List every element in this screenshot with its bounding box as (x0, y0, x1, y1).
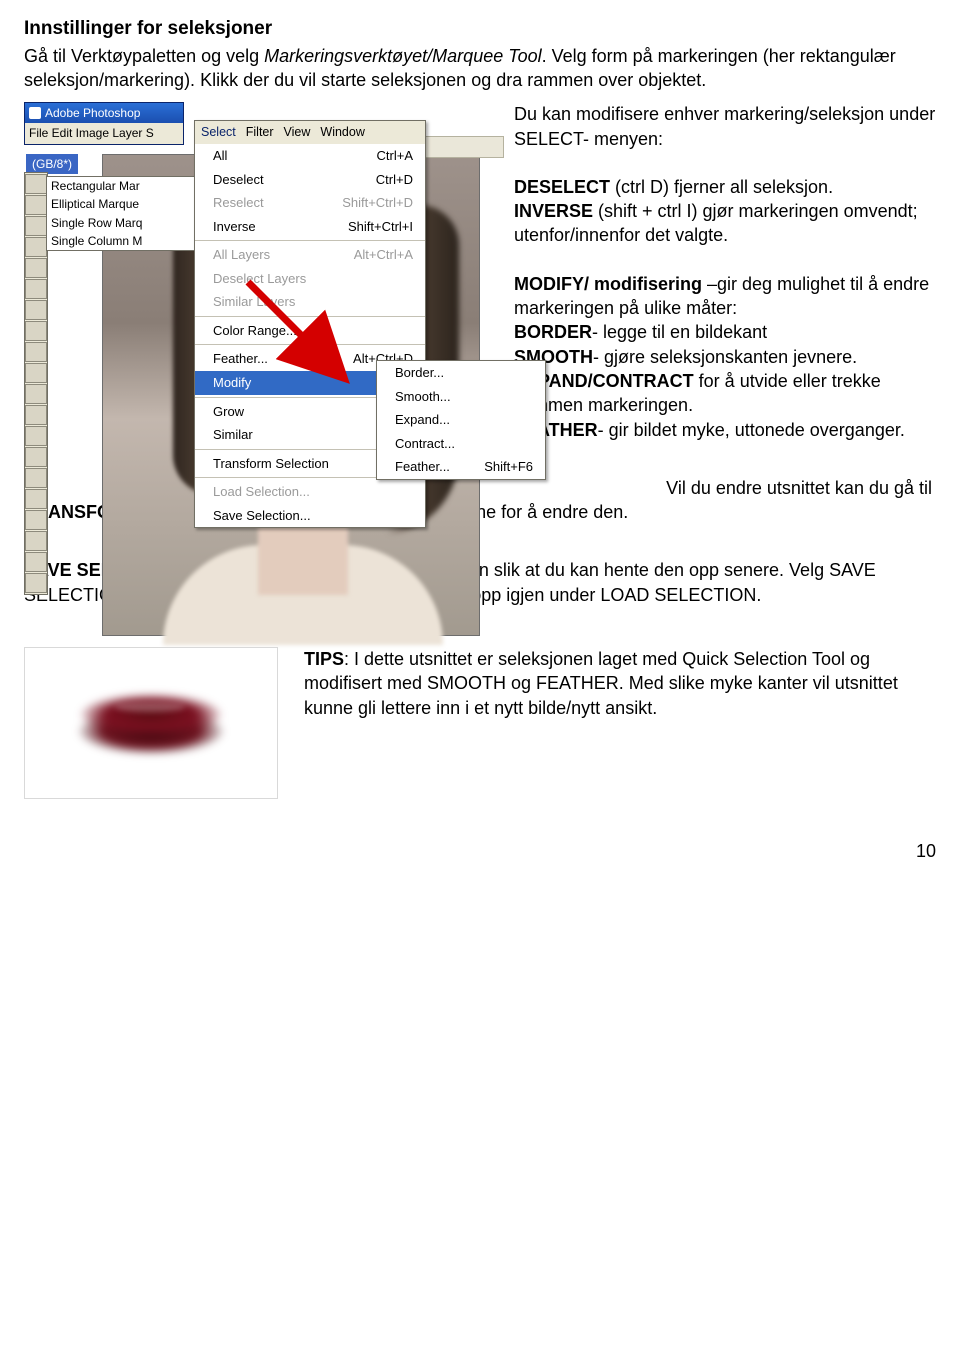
page-number: 10 (24, 839, 936, 863)
menu-strip-window: Window (320, 125, 364, 139)
tool-icon (25, 573, 47, 593)
tool-icon (25, 468, 47, 488)
app-title: Adobe Photoshop (45, 105, 140, 121)
menu-item: Color Range... (195, 319, 425, 343)
tool-icon (25, 195, 47, 215)
tool-icon (25, 321, 47, 341)
tool-icon (25, 174, 47, 194)
tool-icon (25, 531, 47, 551)
intro-text-before: Gå til Verktøypaletten og velg (24, 46, 264, 66)
tips-text: TIPS: I dette utsnittet er seleksjonen l… (304, 647, 936, 720)
side-p3: MODIFY/ modifisering –gir deg mulighet t… (514, 272, 936, 442)
tool-icon (25, 279, 47, 299)
tool-icon (25, 237, 47, 257)
titlebar: Adobe Photoshop (25, 103, 183, 123)
flyout-item: Rectangular Mar (47, 177, 197, 195)
lips-figure (24, 647, 278, 799)
deselect-text: (ctrl D) fjerner all seleksjon. (610, 177, 833, 197)
menu-strip-view: View (284, 125, 311, 139)
intro-italic: Markeringsverktøyet/Marquee Tool (264, 46, 541, 66)
tool-icon (25, 384, 47, 404)
inverse-label: INVERSE (514, 201, 593, 221)
menu-item: Load Selection... (195, 480, 425, 504)
tool-icon (25, 258, 47, 278)
submenu-item: Smooth... (377, 385, 545, 409)
menu-item: ReselectShift+Ctrl+D (195, 191, 425, 215)
deselect-label: DESELECT (514, 177, 610, 197)
submenu-item: Border... (377, 361, 545, 385)
tips-label: TIPS (304, 649, 344, 669)
menu-item: AllCtrl+A (195, 144, 425, 168)
menu-item: DeselectCtrl+D (195, 168, 425, 192)
modify-label: MODIFY/ modifisering (514, 274, 702, 294)
menu-strip: Select Filter View Window (195, 121, 425, 144)
feather-text: - gir bildet myke, uttonede overganger. (598, 420, 905, 440)
tool-icon (25, 300, 47, 320)
menu-strip-filter: Filter (246, 125, 274, 139)
tool-icon (25, 405, 47, 425)
tool-icon (25, 489, 47, 509)
flyout-item: Elliptical Marque (47, 195, 197, 213)
tool-icon (25, 363, 47, 383)
tool-icon (25, 426, 47, 446)
section-heading: Innstillinger for seleksjoner (24, 16, 936, 42)
tool-palette (24, 172, 48, 595)
submenu-item: Expand... (377, 408, 545, 432)
modify-submenu: Border...Smooth...Expand...Contract...Fe… (376, 360, 546, 480)
tips-body: : I dette utsnittet er seleksjonen laget… (304, 649, 898, 718)
border-label: BORDER (514, 322, 592, 342)
menu-item: All LayersAlt+Ctrl+A (195, 243, 425, 267)
submenu-item: Feather...Shift+F6 (377, 455, 545, 479)
flyout-item: Single Column M (47, 232, 197, 250)
tool-icon (25, 342, 47, 362)
app-logo-icon (29, 107, 41, 119)
app-window: Adobe Photoshop File Edit Image Layer S (24, 102, 184, 144)
marquee-tool-flyout: Rectangular Mar Elliptical Marque Single… (46, 176, 198, 251)
side-p2: DESELECT (ctrl D) fjerner all seleksjon.… (514, 175, 936, 248)
tool-icon (25, 510, 47, 530)
smooth-text: - gjøre seleksjonskanten jevnere. (593, 347, 857, 367)
tool-icon (25, 447, 47, 467)
menu-item: Save Selection... (195, 504, 425, 528)
submenu-item: Contract... (377, 432, 545, 456)
tips-row: TIPS: I dette utsnittet er seleksjonen l… (24, 647, 936, 799)
border-text: - legge til en bildekant (592, 322, 767, 342)
side-explanation: Du kan modifisere enhver markering/selek… (514, 102, 936, 466)
intro-paragraph: Gå til Verktøypaletten og velg Markering… (24, 44, 936, 93)
tool-icon (25, 216, 47, 236)
menu-item: Similar Layers (195, 290, 425, 314)
tool-icon (25, 552, 47, 572)
menubar-left: File Edit Image Layer S (25, 123, 183, 143)
menu-item: InverseShift+Ctrl+I (195, 215, 425, 239)
menu-strip-select: Select (201, 125, 236, 139)
side-p1: Du kan modifisere enhver markering/selek… (514, 102, 936, 151)
flyout-item: Single Row Marq (47, 214, 197, 232)
menu-item: Deselect Layers (195, 267, 425, 291)
